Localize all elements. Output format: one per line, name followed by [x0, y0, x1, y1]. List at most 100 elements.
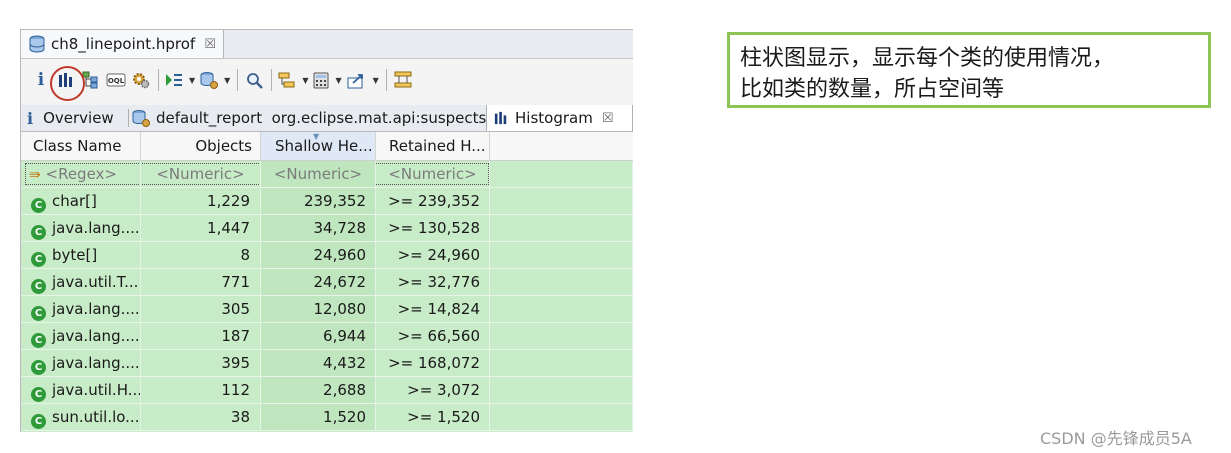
- class-icon: C: [31, 279, 46, 294]
- run-report-icon[interactable]: [165, 68, 195, 92]
- search-icon[interactable]: [244, 68, 264, 92]
- annotation-box: 柱状图显示，显示每个类的使用情况， 比如类的数量，所占空间等: [727, 32, 1211, 108]
- toolbar-separator: [385, 69, 387, 91]
- toolbar-separator: [158, 69, 159, 91]
- histogram-table: ⇛ <Regex> <Numeric> <Numeric> <Numeric> …: [21, 161, 633, 432]
- editor-tab-hprof[interactable]: ch8_linepoint.hprof ☒: [21, 30, 224, 58]
- table-row[interactable]: Cchar[] 1,229 239,352 >= 239,352: [21, 188, 633, 215]
- class-icon: C: [31, 252, 46, 267]
- tab-default-report[interactable]: default_report org.eclipse.mat.api:suspe…: [132, 105, 486, 131]
- class-name-cell: Csun.util.lo...: [21, 404, 141, 430]
- tab-overview-label: Overview: [43, 109, 114, 127]
- objects-cell: 8: [141, 242, 261, 268]
- table-row[interactable]: Cjava.util.H... 112 2,688 >= 3,072: [21, 377, 633, 404]
- shallow-heap-cell: 12,080: [261, 296, 376, 322]
- tab-histogram-label: Histogram: [515, 109, 593, 127]
- empty-cell: [490, 188, 633, 214]
- class-name-cell: Cchar[]: [21, 188, 141, 214]
- class-name-cell: Cjava.lang....: [21, 350, 141, 376]
- objects-cell: 1,447: [141, 215, 261, 241]
- info-icon: i: [27, 108, 34, 128]
- close-icon[interactable]: ☒: [602, 111, 614, 126]
- heap-dump-icon[interactable]: [200, 68, 230, 92]
- column-header-class-name[interactable]: Class Name: [21, 132, 141, 160]
- table-header: Class Name Objects ▼ Shallow He... Retai…: [21, 132, 633, 161]
- class-name-cell: Cjava.lang....: [21, 323, 141, 349]
- info-icon[interactable]: i: [31, 68, 51, 92]
- editor-tab-label: ch8_linepoint.hprof: [51, 35, 196, 53]
- table-row[interactable]: Cjava.lang.... 395 4,432 >= 168,072: [21, 350, 633, 377]
- class-name: java.lang....: [52, 354, 140, 372]
- group-by-icon[interactable]: [278, 68, 308, 92]
- column-header-retained-heap[interactable]: Retained H...: [376, 132, 490, 160]
- column-header-objects[interactable]: Objects: [141, 132, 261, 160]
- table-row[interactable]: Cbyte[] 8 24,960 >= 24,960: [21, 242, 633, 269]
- table-row[interactable]: Cjava.lang.... 305 12,080 >= 14,824: [21, 296, 633, 323]
- histogram-icon: [494, 111, 508, 125]
- compare-icon[interactable]: [393, 68, 413, 92]
- class-icon: C: [31, 306, 46, 321]
- class-icon: C: [31, 360, 46, 375]
- class-icon: C: [31, 333, 46, 348]
- empty-cell: [490, 350, 633, 376]
- table-row[interactable]: Cjava.lang.... 1,447 34,728 >= 130,528: [21, 215, 633, 242]
- class-name-cell: Cjava.util.T...: [21, 269, 141, 295]
- retained-heap-cell: >= 3,072: [376, 377, 490, 403]
- empty-cell: [490, 323, 633, 349]
- retained-heap-cell: >= 66,560: [376, 323, 490, 349]
- regex-filter-cell[interactable]: ⇛ <Regex>: [21, 161, 141, 187]
- objects-cell: 1,229: [141, 188, 261, 214]
- close-icon[interactable]: ☒: [204, 37, 216, 52]
- table-row[interactable]: Csun.util.lo... 38 1,520 >= 1,520: [21, 404, 633, 431]
- database-icon: [29, 35, 45, 53]
- empty-cell: [490, 296, 633, 322]
- objects-cell: 112: [141, 377, 261, 403]
- regex-filter-placeholder: <Regex>: [45, 165, 117, 183]
- objects-cell: 771: [141, 269, 261, 295]
- shallow-heap-cell: 2,688: [261, 377, 376, 403]
- class-name-cell: Cjava.util.H...: [21, 377, 141, 403]
- sort-indicator-icon: ▼: [313, 132, 320, 141]
- empty-cell: [490, 269, 633, 295]
- empty-cell: [490, 377, 633, 403]
- calculator-icon[interactable]: [313, 68, 341, 92]
- tab-separator: [128, 109, 129, 127]
- class-icon: C: [31, 198, 46, 213]
- gears-icon[interactable]: [131, 68, 151, 92]
- class-name: java.util.H...: [52, 381, 141, 399]
- filter-row: ⇛ <Regex> <Numeric> <Numeric> <Numeric>: [21, 161, 633, 188]
- retained-heap-cell: >= 32,776: [376, 269, 490, 295]
- eclipse-mat-window: ch8_linepoint.hprof ☒ i OQL ▼ ▼ ▼ ▼ ▼ i …: [20, 29, 633, 432]
- objects-cell: 38: [141, 404, 261, 430]
- report-icon: [132, 109, 150, 127]
- table-row[interactable]: Cjava.lang.... 187 6,944 >= 66,560: [21, 323, 633, 350]
- view-tab-bar: i Overview default_report org.eclipse.ma…: [21, 105, 633, 132]
- toolbar-separator: [271, 69, 273, 91]
- empty-cell: [490, 161, 633, 187]
- class-name-cell: Cbyte[]: [21, 242, 141, 268]
- tab-histogram[interactable]: Histogram ☒: [486, 105, 633, 131]
- table-row[interactable]: Cjava.util.T... 771 24,672 >= 32,776: [21, 269, 633, 296]
- retained-heap-cell: >= 1,520: [376, 404, 490, 430]
- highlight-circle: [50, 66, 85, 101]
- toolbar-separator: [237, 69, 239, 91]
- objects-filter-cell[interactable]: <Numeric>: [141, 161, 261, 187]
- retained-filter-cell[interactable]: <Numeric>: [376, 161, 490, 187]
- shallow-heap-cell: 24,960: [261, 242, 376, 268]
- oql-icon[interactable]: OQL: [106, 68, 126, 92]
- shallow-heap-cell: 34,728: [261, 215, 376, 241]
- shallow-filter-cell[interactable]: <Numeric>: [261, 161, 376, 187]
- class-name-cell: Cjava.lang....: [21, 215, 141, 241]
- shallow-heap-cell: 1,520: [261, 404, 376, 430]
- tab-overview[interactable]: i Overview: [27, 105, 114, 131]
- class-name: java.lang....: [52, 327, 140, 345]
- shallow-heap-cell: 239,352: [261, 188, 376, 214]
- empty-cell: [490, 404, 633, 430]
- retained-heap-cell: >= 168,072: [376, 350, 490, 376]
- column-header-shallow-heap-label: Shallow He...: [275, 137, 373, 155]
- filter-icon: ⇛: [29, 167, 41, 183]
- export-icon[interactable]: [347, 68, 379, 92]
- class-name: java.util.T...: [52, 273, 139, 291]
- column-header-shallow-heap[interactable]: ▼ Shallow He...: [261, 132, 376, 160]
- annotation-line-1: 柱状图显示，显示每个类的使用情况，: [740, 46, 1115, 71]
